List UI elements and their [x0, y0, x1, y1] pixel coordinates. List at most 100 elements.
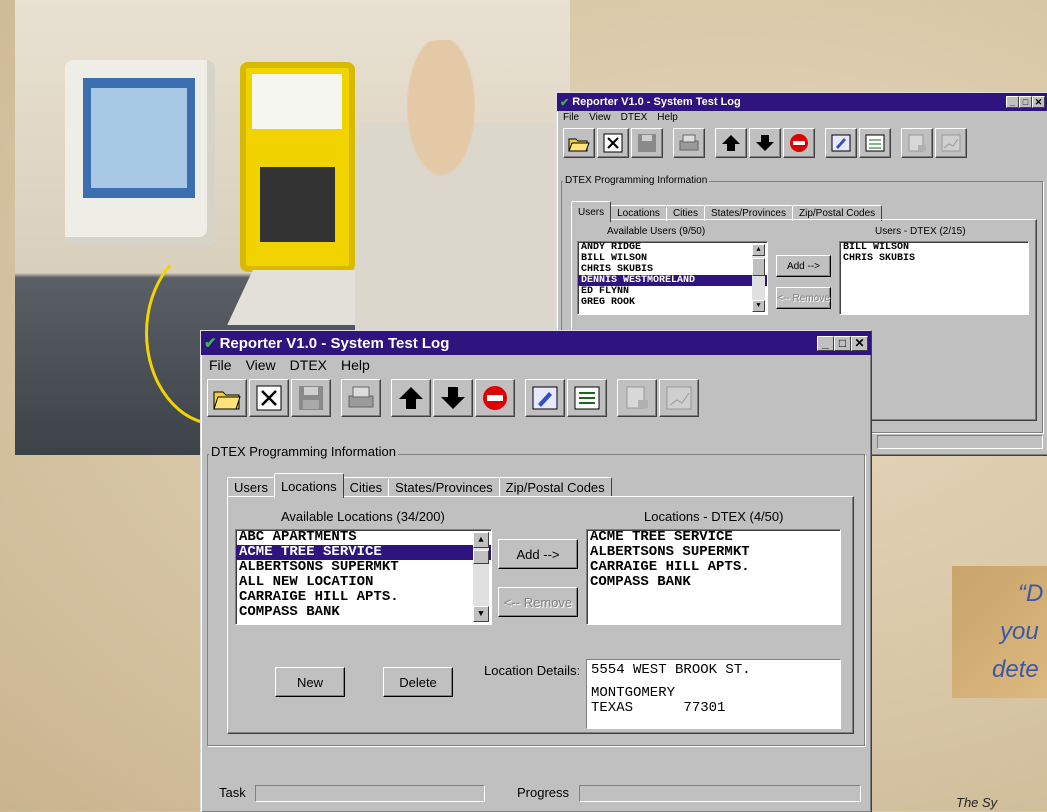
menu-bar: File View DTEX Help [201, 355, 871, 375]
report-icon[interactable] [617, 379, 657, 417]
close-x-icon[interactable] [249, 379, 289, 417]
scroll-down-icon[interactable]: ▼ [473, 606, 489, 622]
menu-help[interactable]: Help [657, 112, 678, 123]
graph-icon[interactable] [935, 128, 967, 158]
list-item-selected[interactable]: ACME TREE SERVICE [236, 545, 491, 560]
tab-states-provinces[interactable]: States/Provinces [388, 477, 500, 497]
add-button[interactable]: Add --> [776, 255, 831, 277]
tab-zip-postal-codes[interactable]: Zip/Postal Codes [498, 477, 612, 497]
locations-dtex-list[interactable]: ACME TREE SERVICE ALBERTSONS SUPERMKT CA… [586, 529, 841, 625]
tab-locations[interactable]: Locations [273, 473, 344, 498]
tab-users[interactable]: Users [571, 201, 612, 222]
print-icon[interactable] [673, 128, 705, 158]
scroll-up-icon[interactable]: ▲ [752, 244, 765, 256]
checklist-icon[interactable] [567, 379, 607, 417]
graph-icon[interactable] [659, 379, 699, 417]
list-item[interactable]: CHRIS SKUBIS [840, 253, 1028, 264]
list-item[interactable]: ACME TREE SERVICE [587, 530, 840, 545]
upload-arrow-icon[interactable] [391, 379, 431, 417]
list-item[interactable]: BILL WILSON [578, 253, 767, 264]
tab-strip: Users Locations Cities States/Provinces … [571, 201, 883, 222]
yellow-test-case [240, 62, 355, 272]
list-item[interactable]: CARRAIGE HILL APTS. [236, 590, 491, 605]
close-icon[interactable]: ✕ [1032, 96, 1045, 108]
save-disk-icon[interactable] [631, 128, 663, 158]
crt-monitor [65, 60, 215, 245]
minimize-icon[interactable]: _ [817, 335, 834, 351]
stop-icon[interactable] [475, 379, 515, 417]
download-arrow-icon[interactable] [433, 379, 473, 417]
list-item-selected[interactable]: DENNIS WESTMORELAND [578, 275, 767, 286]
group-label: DTEX Programming Information [563, 175, 710, 186]
menu-file[interactable]: File [563, 112, 579, 123]
task-field [255, 785, 485, 802]
maximize-icon[interactable]: □ [1019, 96, 1032, 108]
scroll-down-icon[interactable]: ▼ [752, 300, 765, 312]
delete-button[interactable]: Delete [383, 667, 453, 697]
task-label: Task [219, 785, 246, 800]
open-folder-icon[interactable] [207, 379, 247, 417]
notes-icon[interactable] [825, 128, 857, 158]
available-users-label: Available Users (9/50) [607, 226, 706, 237]
list-item[interactable]: BILL WILSON [840, 242, 1028, 253]
remove-button[interactable]: <-- Remove [776, 287, 831, 309]
menu-dtex[interactable]: DTEX [290, 357, 327, 373]
locations-dtex-label: Locations - DTEX (4/50) [644, 509, 784, 524]
menu-bar: File View DTEX Help [557, 111, 1047, 124]
list-item[interactable]: CHRIS SKUBIS [578, 264, 767, 275]
available-locations-label: Available Locations (34/200) [281, 509, 445, 524]
maximize-icon[interactable]: □ [834, 335, 851, 351]
scroll-thumb[interactable] [752, 258, 765, 276]
notes-icon[interactable] [525, 379, 565, 417]
available-locations-list[interactable]: ABC APARTMENTS ACME TREE SERVICE ALBERTS… [235, 529, 492, 625]
menu-view[interactable]: View [589, 112, 611, 123]
toolbar [201, 375, 871, 421]
scrollbar[interactable]: ▲ ▼ [752, 244, 765, 312]
list-item[interactable]: ALL NEW LOCATION [236, 575, 491, 590]
group-label: DTEX Programming Information [209, 444, 398, 459]
minimize-icon[interactable]: _ [1006, 96, 1019, 108]
close-x-icon[interactable] [597, 128, 629, 158]
window-title: Reporter V1.0 - System Test Log [572, 96, 741, 108]
remove-button[interactable]: <-- Remove [498, 587, 578, 617]
tab-cities[interactable]: Cities [342, 477, 390, 497]
window-title: Reporter V1.0 - System Test Log [219, 334, 450, 352]
scroll-up-icon[interactable]: ▲ [473, 532, 489, 548]
add-button[interactable]: Add --> [498, 539, 578, 569]
list-item[interactable]: GREG ROOK [578, 297, 767, 308]
tab-users[interactable]: Users [227, 477, 275, 497]
menu-help[interactable]: Help [341, 357, 370, 373]
quote-line-1: “D [1018, 580, 1044, 607]
list-item[interactable]: ALBERTSONS SUPERMKT [587, 545, 840, 560]
quote-card: “D you dete [952, 566, 1047, 698]
open-folder-icon[interactable] [563, 128, 595, 158]
list-item[interactable]: COMPASS BANK [587, 575, 840, 590]
list-item[interactable]: ANDY RIDGE [578, 242, 767, 253]
new-button[interactable]: New [275, 667, 345, 697]
upload-arrow-icon[interactable] [715, 128, 747, 158]
save-disk-icon[interactable] [291, 379, 331, 417]
scroll-thumb[interactable] [473, 550, 489, 564]
list-item[interactable]: CARRAIGE HILL APTS. [587, 560, 840, 575]
users-dtex-label: Users - DTEX (2/15) [875, 226, 966, 237]
list-item[interactable]: ABC APARTMENTS [236, 530, 491, 545]
menu-dtex[interactable]: DTEX [621, 112, 648, 123]
quote-line-3: dete [992, 656, 1039, 683]
location-details-box[interactable]: 5554 WEST BROOK ST. MONTGOMERY TEXAS 77301 [586, 659, 841, 729]
users-dtex-list[interactable]: BILL WILSON CHRIS SKUBIS [839, 241, 1029, 315]
technician [355, 40, 570, 370]
scrollbar[interactable]: ▲ ▼ [473, 532, 489, 622]
checklist-icon[interactable] [859, 128, 891, 158]
print-icon[interactable] [341, 379, 381, 417]
progress-bar [579, 785, 861, 802]
list-item[interactable]: ALBERTSONS SUPERMKT [236, 560, 491, 575]
download-arrow-icon[interactable] [749, 128, 781, 158]
close-icon[interactable]: ✕ [851, 335, 868, 351]
stop-icon[interactable] [783, 128, 815, 158]
report-icon[interactable] [901, 128, 933, 158]
menu-view[interactable]: View [246, 357, 276, 373]
available-users-list[interactable]: ANDY RIDGE BILL WILSON CHRIS SKUBIS DENN… [577, 241, 768, 315]
list-item[interactable]: COMPASS BANK [236, 605, 491, 620]
list-item[interactable]: ED FLYNN [578, 286, 767, 297]
menu-file[interactable]: File [209, 357, 232, 373]
